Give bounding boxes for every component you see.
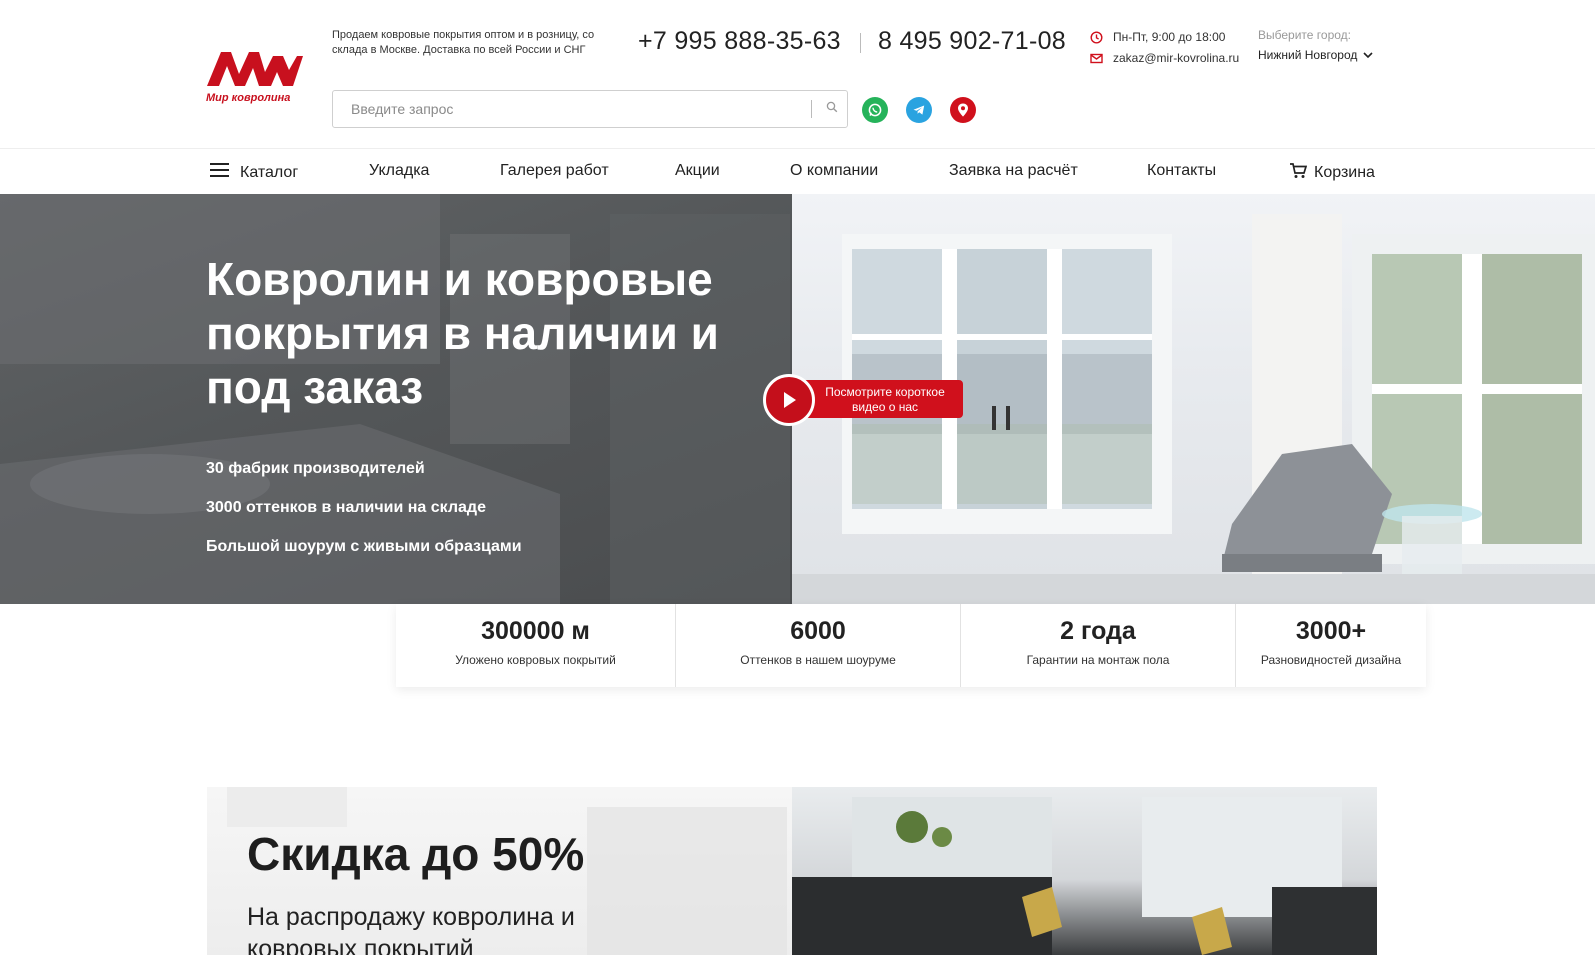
nav-catalog-label: Каталог [240,163,299,181]
nav-item-request[interactable]: Заявка на расчёт [949,162,1078,180]
hero-bullet: 30 фабрик производителей [206,460,425,477]
stat-label: Разновидностей дизайна [1260,653,1402,667]
search-box [332,90,848,128]
city-label: Выберите город: [1258,28,1351,42]
search-input[interactable] [333,91,803,127]
working-hours: Пн-Пт, 9:00 до 18:00 [1090,30,1225,44]
stat-value: 3000+ [1295,617,1367,645]
nav-item-ukladka[interactable]: Укладка [369,162,429,180]
chevron-down-icon [1363,48,1373,62]
main-navigation: Каталог Укладка Галерея работ Акции О ко… [0,148,1595,194]
menu-icon [210,162,229,183]
nav-cart[interactable]: Корзина [1289,162,1375,184]
phone-primary[interactable]: +7 995 888-35-63 [638,27,841,56]
phone-divider [860,33,861,53]
promo-text-panel: Скидка до 50% На распродажу ковролина и … [207,787,792,955]
nav-item-contacts[interactable]: Контакты [1147,162,1216,180]
clock-icon [1090,30,1103,44]
search-icon [826,100,838,118]
working-hours-text: Пн-Пт, 9:00 до 18:00 [1113,30,1226,44]
nav-item-about[interactable]: О компании [790,162,878,180]
nav-catalog[interactable]: Каталог [210,162,298,183]
stat-value: 300000 м [481,617,590,645]
sale-promo-banner[interactable]: Скидка до 50% На распродажу ковролина и … [207,787,1377,955]
city-select[interactable]: Нижний Новгород [1258,48,1373,62]
promo-title: Скидка до 50% [247,828,585,880]
phone-secondary[interactable]: 8 495 902-71-08 [878,27,1066,56]
stat-item: 300000 м Уложено ковровых покрытий [396,604,676,687]
telegram-icon[interactable] [906,97,932,123]
logo-text: Мир ковролина [206,92,291,104]
promo-office-image [792,787,1377,955]
search-button[interactable] [817,93,847,125]
stat-item: 2 года Гарантии на монтаж пола [961,604,1236,687]
nav-item-gallery[interactable]: Галерея работ [500,162,609,180]
email-contact[interactable]: zakaz@mir-kovrolina.ru [1090,51,1239,65]
watch-video-button[interactable]: Посмотрите короткое видео о нас [763,374,963,428]
stat-label: Уложено ковровых покрытий [455,653,616,667]
stat-label: Гарантии на монтаж пола [1026,653,1170,667]
map-pin-icon[interactable] [950,97,976,123]
stat-label: Оттенков в нашем шоуруме [740,653,896,667]
hero-bullet: 3000 оттенков в наличии на складе [206,499,486,516]
stat-item: 6000 Оттенков в нашем шоуруме [676,604,961,687]
promo-subtitle: На распродажу ковролина и ковровых покры… [247,903,575,955]
hero-banner: Ковролин и ковровые покрытия в наличии и… [0,194,1595,604]
stat-value: 6000 [790,617,846,645]
nav-cart-label: Корзина [1314,164,1375,181]
nav-item-promotions[interactable]: Акции [675,162,720,180]
stats-bar: 300000 м Уложено ковровых покрытий 6000 … [396,604,1426,687]
stat-value: 2 года [1060,617,1136,645]
cart-icon [1289,162,1308,184]
whatsapp-icon[interactable] [862,97,888,123]
tagline: Продаем ковровые покрытия оптом и в розн… [332,29,595,56]
mail-icon [1090,52,1103,65]
stat-item: 3000+ Разновидностей дизайна [1236,604,1426,687]
city-value: Нижний Новгород [1258,48,1358,62]
hero-title: Ковролин и ковровые покрытия в наличии и… [206,253,719,413]
email-link[interactable]: zakaz@mir-kovrolina.ru [1113,51,1239,65]
play-icon [763,374,815,426]
video-label: Посмотрите короткое видео о нас [825,385,945,414]
site-header: Мир ковролина Продаем ковровые покрытия … [0,0,1595,148]
hero-overlay-panel: Ковролин и ковровые покрытия в наличии и… [0,194,792,604]
hero-bullet: Большой шоурум с живыми образцами [206,538,522,555]
search-divider [811,100,812,118]
